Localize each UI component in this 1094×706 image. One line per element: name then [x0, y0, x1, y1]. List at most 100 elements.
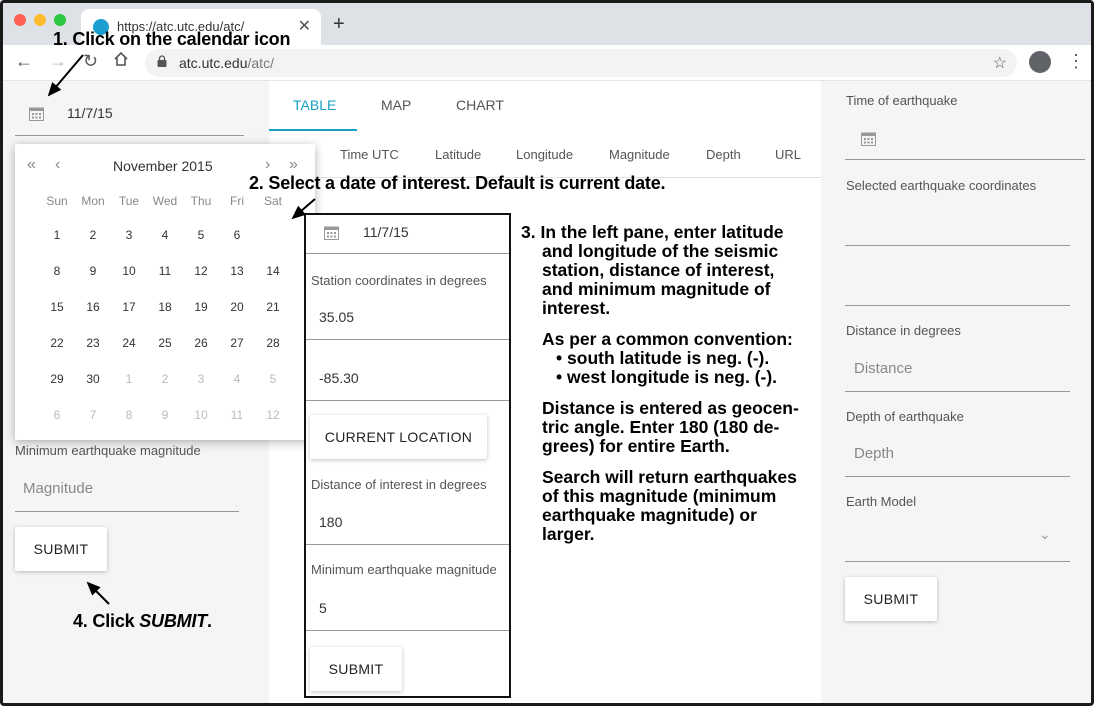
- calendar-day[interactable]: 23: [75, 328, 111, 358]
- profile-avatar-icon[interactable]: [1029, 51, 1051, 73]
- calendar-icon[interactable]: [324, 225, 339, 240]
- chevron-down-icon[interactable]: ⌄: [1039, 526, 1051, 543]
- prev-month-icon[interactable]: ‹: [55, 156, 60, 174]
- zoom-submit-button[interactable]: SUBMIT: [310, 647, 402, 691]
- home-icon[interactable]: [113, 51, 129, 72]
- calendar-day[interactable]: 30: [75, 364, 111, 394]
- column-header-depth[interactable]: Depth: [706, 147, 741, 162]
- latitude-input[interactable]: 35.05: [319, 309, 354, 325]
- step4-suffix: .: [207, 611, 212, 631]
- calendar-day[interactable]: 13: [219, 256, 255, 286]
- distance-interest-input[interactable]: 180: [319, 514, 342, 530]
- calendar-day[interactable]: 3: [111, 220, 147, 250]
- calendar-icon[interactable]: [29, 106, 44, 121]
- window-minimize-dot[interactable]: [34, 14, 46, 26]
- calendar-day[interactable]: 28: [255, 328, 291, 358]
- window-close-dot[interactable]: [14, 14, 26, 26]
- column-header-time-utc[interactable]: Time UTC: [340, 147, 399, 162]
- search-note-line-1: Search will return earthquakes: [542, 467, 797, 487]
- calendar-day[interactable]: 27: [219, 328, 255, 358]
- calendar-day[interactable]: 11: [147, 256, 183, 286]
- calendar-day[interactable]: 29: [39, 364, 75, 394]
- back-arrow-icon[interactable]: ←: [15, 51, 33, 72]
- min-magnitude-input[interactable]: 5: [319, 600, 327, 616]
- calendar-day[interactable]: 19: [183, 292, 219, 322]
- weekday-header: Thu: [190, 194, 212, 208]
- calendar-day[interactable]: 14: [255, 256, 291, 286]
- calendar-day[interactable]: 6: [39, 400, 75, 430]
- date-underline: [15, 135, 244, 136]
- calendar-day[interactable]: 9: [75, 256, 111, 286]
- calendar-day[interactable]: 17: [111, 292, 147, 322]
- magnitude-input[interactable]: Magnitude: [23, 480, 93, 497]
- distance-note-line-3: grees) for entire Earth.: [542, 436, 730, 456]
- calendar-day[interactable]: 18: [147, 292, 183, 322]
- calendar-day[interactable]: 16: [75, 292, 111, 322]
- date-input[interactable]: 11/7/15: [67, 105, 113, 121]
- browser-menu-icon[interactable]: ⋮: [1067, 51, 1085, 72]
- right-submit-button[interactable]: SUBMIT: [845, 577, 937, 621]
- calendar-icon[interactable]: [861, 131, 876, 146]
- next-month-icon[interactable]: ›: [265, 156, 270, 174]
- calendar-day[interactable]: 5: [183, 220, 219, 250]
- zoom-date-input[interactable]: 11/7/15: [363, 224, 409, 240]
- calendar-day[interactable]: 7: [75, 400, 111, 430]
- calendar-day[interactable]: 8: [39, 256, 75, 286]
- calendar-day[interactable]: 7: [255, 219, 291, 251]
- distance-input[interactable]: Distance: [854, 360, 912, 377]
- calendar-day[interactable]: 4: [147, 220, 183, 250]
- calendar-day[interactable]: 22: [39, 328, 75, 358]
- calendar-day[interactable]: 12: [183, 256, 219, 286]
- coord-underline-1[interactable]: [845, 245, 1070, 246]
- earth-model-select[interactable]: [845, 561, 1070, 562]
- tab-map[interactable]: MAP: [381, 97, 411, 113]
- left-submit-button[interactable]: SUBMIT: [15, 527, 107, 571]
- selected-coordinates-label: Selected earthquake coordinates: [846, 178, 1037, 193]
- current-location-button[interactable]: CURRENT LOCATION: [310, 415, 487, 459]
- column-header-latitude[interactable]: Latitude: [435, 147, 481, 162]
- calendar-day[interactable]: 21: [255, 292, 291, 322]
- calendar-day[interactable]: 12: [255, 400, 291, 430]
- tab-table[interactable]: TABLE: [293, 97, 336, 113]
- calendar-day[interactable]: 4: [219, 364, 255, 394]
- next-year-icon[interactable]: »: [289, 156, 298, 174]
- calendar-day[interactable]: 10: [111, 256, 147, 286]
- tab-close-icon[interactable]: ✕: [298, 16, 311, 36]
- station-coordinates-label: Station coordinates in degrees: [311, 273, 487, 288]
- longitude-input[interactable]: -85.30: [319, 370, 359, 386]
- column-header-longitude[interactable]: Longitude: [516, 147, 573, 162]
- coord-underline-2[interactable]: [845, 305, 1070, 306]
- column-header-url[interactable]: URL: [775, 147, 801, 162]
- calendar-day[interactable]: 24: [111, 328, 147, 358]
- calendar-day[interactable]: 9: [147, 400, 183, 430]
- url-host: atc.utc.edu: [179, 55, 248, 71]
- calendar-day[interactable]: 11: [219, 400, 255, 430]
- longitude-underline: [306, 400, 509, 401]
- calendar-day[interactable]: 2: [75, 220, 111, 250]
- calendar-day[interactable]: 25: [147, 328, 183, 358]
- window-maximize-dot[interactable]: [54, 14, 66, 26]
- calendar-day[interactable]: 26: [183, 328, 219, 358]
- calendar-day[interactable]: 1: [39, 220, 75, 250]
- depth-input[interactable]: Depth: [854, 445, 894, 462]
- url-path: /atc/: [247, 55, 274, 71]
- bookmark-star-icon[interactable]: ☆: [993, 53, 1007, 73]
- calendar-day[interactable]: 20: [219, 292, 255, 322]
- reload-icon[interactable]: ↻: [83, 51, 98, 72]
- calendar-day[interactable]: 1: [111, 364, 147, 394]
- new-tab-icon[interactable]: +: [333, 13, 345, 36]
- forward-arrow-icon[interactable]: →: [49, 51, 67, 72]
- calendar-day[interactable]: 8: [111, 400, 147, 430]
- column-header-magnitude[interactable]: Magnitude: [609, 147, 670, 162]
- calendar-day[interactable]: 5: [255, 364, 291, 394]
- tab-chart[interactable]: CHART: [456, 97, 504, 113]
- calendar-day[interactable]: 2: [147, 364, 183, 394]
- calendar-day[interactable]: 15: [39, 292, 75, 322]
- calendar-day[interactable]: 3: [183, 364, 219, 394]
- calendar-day[interactable]: 6: [219, 220, 255, 250]
- bullet-icon: •: [556, 348, 563, 368]
- calendar-day[interactable]: 10: [183, 400, 219, 430]
- address-bar[interactable]: atc.utc.edu/atc/ ☆: [145, 49, 1017, 77]
- annotation-step-2: 2. Select a date of interest. Default is…: [249, 173, 666, 193]
- prev-year-icon[interactable]: «: [27, 156, 36, 174]
